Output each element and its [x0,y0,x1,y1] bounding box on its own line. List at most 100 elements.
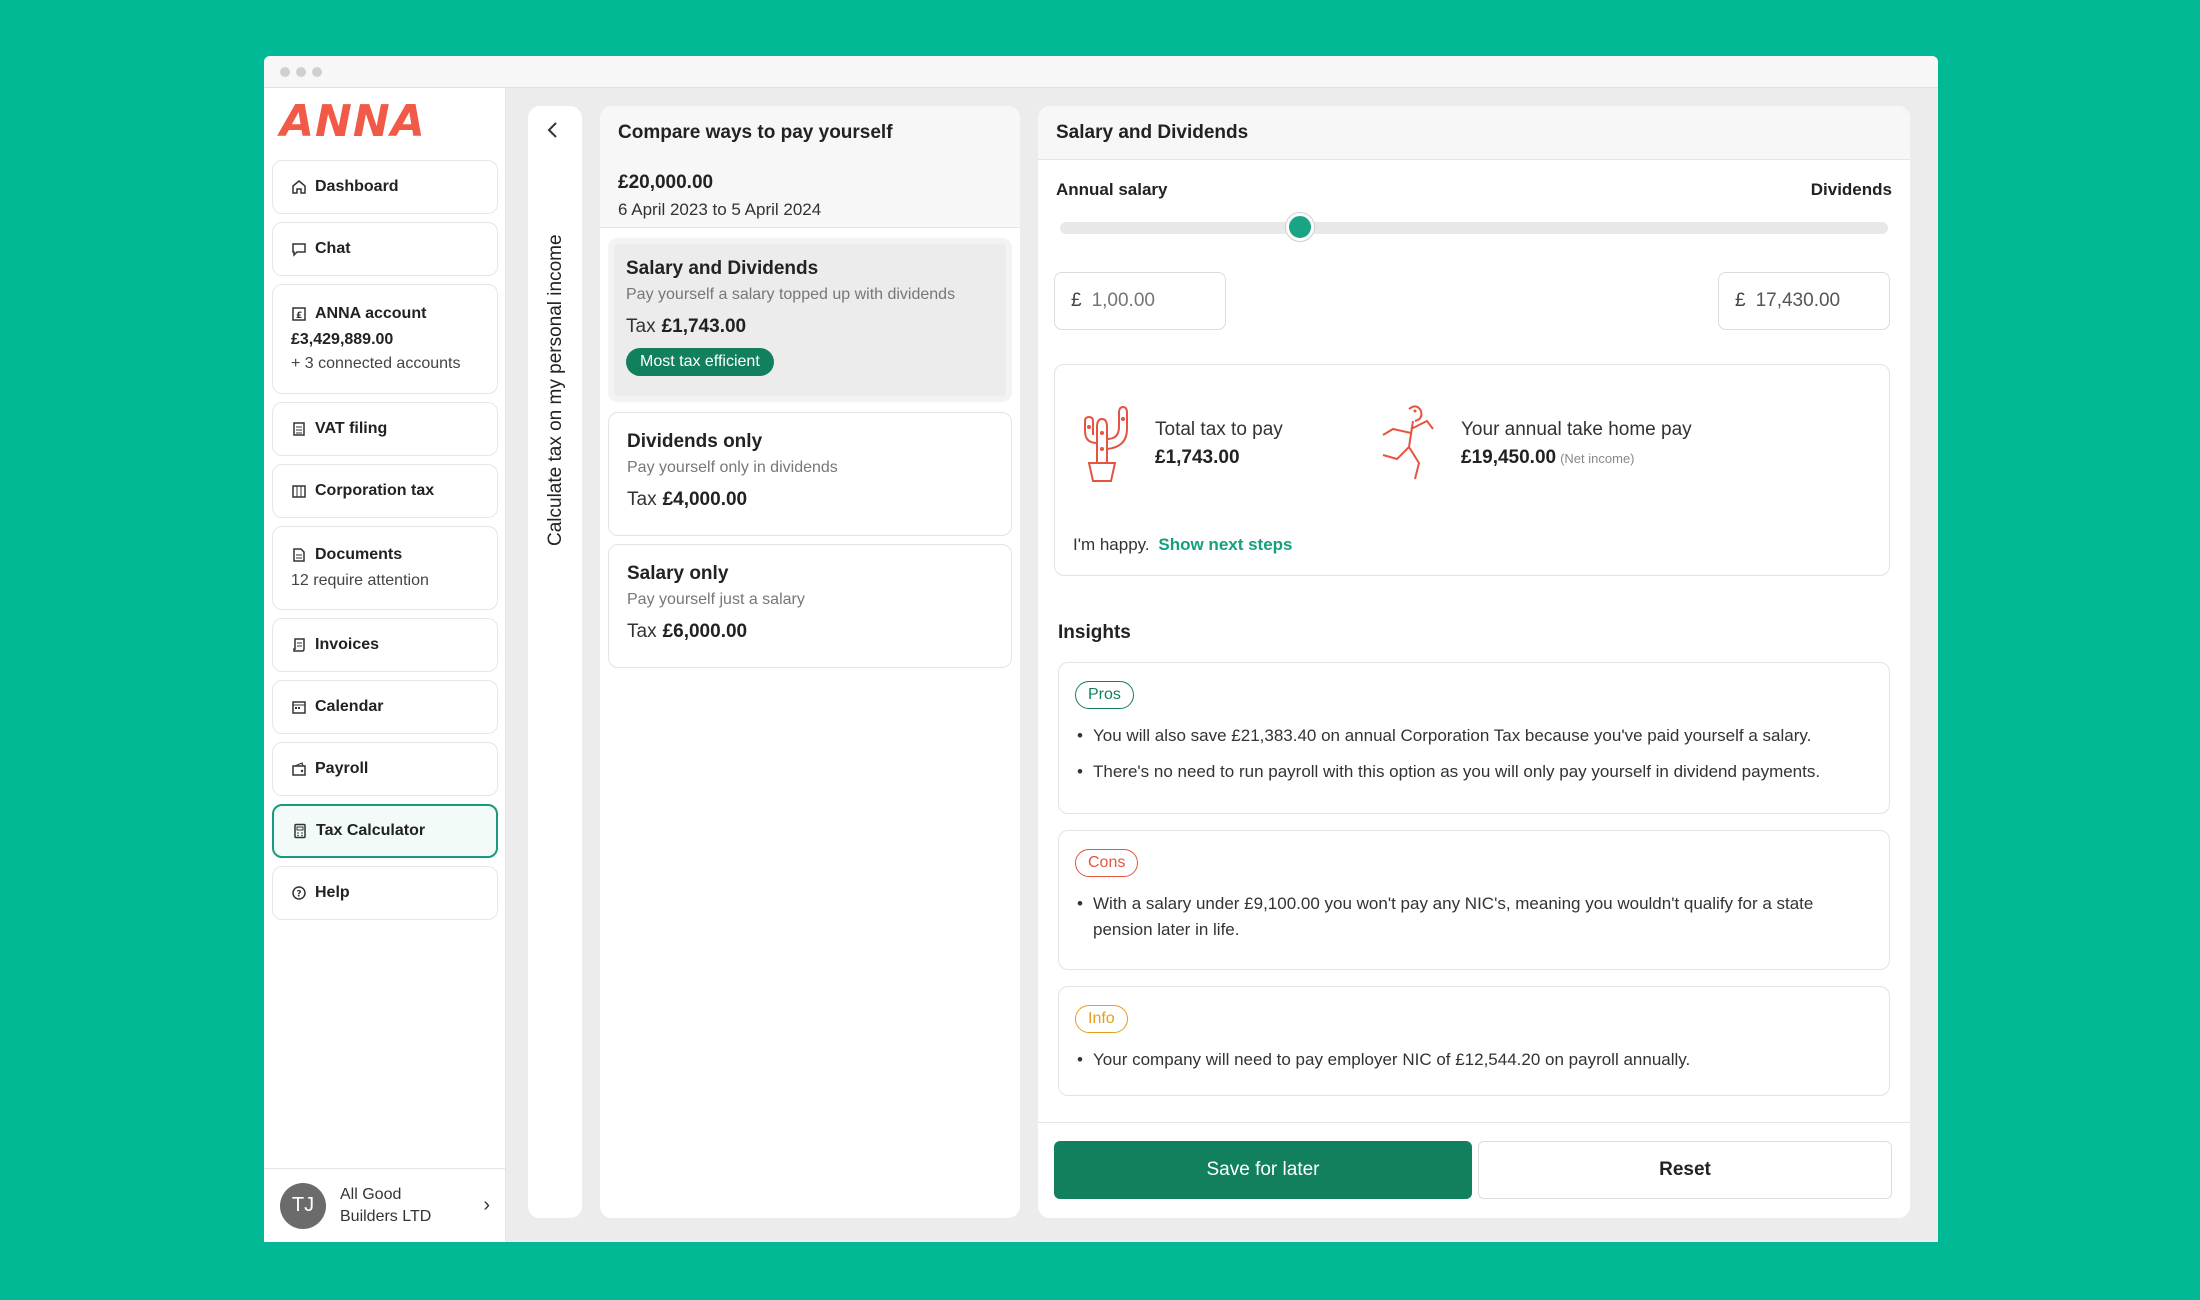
option-description: Pay yourself a salary topped up with div… [626,286,956,303]
sidebar-item-label: Tax Calculator [316,822,426,839]
sidebar-item-label: Calendar [315,698,384,715]
document-icon [291,547,307,563]
calculator-icon [292,823,308,839]
salary-input[interactable] [1091,290,1202,312]
save-for-later-button[interactable]: Save for later [1054,1141,1472,1199]
dividends-input[interactable] [1755,290,1866,312]
sidebar-item-label: Payroll [315,760,369,777]
invoice-icon [291,637,307,653]
svg-text:?: ? [296,890,301,900]
sidebar-item-vat-filing[interactable]: VAT filing [272,402,498,456]
pros-tag: Pros [1075,681,1134,709]
pros-list: You will also save £21,383.40 on annual … [1075,723,1873,785]
insights-title: Insights [1058,622,1131,643]
app-window: ANNA Dashboard Chat £ ANNA account £3,42… [264,56,1938,1242]
tax-value: £4,000.00 [662,489,748,510]
compare-title: Compare ways to pay yourself [618,122,893,143]
sidebar-item-calendar[interactable]: Calendar [272,680,498,734]
sidebar-item-chat[interactable]: Chat [272,222,498,276]
svg-text:£: £ [296,311,302,321]
sidebar-item-label: Corporation tax [315,482,435,499]
list-item: There's no need to run payroll with this… [1075,759,1873,785]
window-dot[interactable] [312,66,322,77]
sidebar-item-label: ANNA account [315,305,427,322]
sidebar: ANNA Dashboard Chat £ ANNA account £3,42… [264,88,506,1242]
most-tax-efficient-badge: Most tax efficient [626,348,774,376]
happy-row: I'm happy. Show next steps [1073,535,1293,555]
net-income-note: (Net income) [1560,450,1635,466]
salary-dividend-slider[interactable] [1060,213,1888,241]
option-title: Dividends only [627,431,763,452]
tax-value: £6,000.00 [662,621,748,642]
annual-salary-label: Annual salary [1056,180,1168,199]
option-description: Pay yourself only in dividends [627,459,838,476]
tax-value: £1,743.00 [661,316,747,337]
chevron-right-icon: › [483,1194,490,1216]
reset-button[interactable]: Reset [1478,1141,1892,1199]
sidebar-item-label: Dashboard [315,178,399,195]
action-footer: Save for later Reset [1038,1122,1910,1218]
tax-label: Tax [627,621,657,642]
personal-income-panel[interactable]: Calculate tax on my personal income [528,106,582,1218]
take-home-text: Your annual take home pay £19,450.00 (Net… [1461,419,1692,469]
sidebar-item-label: VAT filing [315,420,388,437]
dancing-figure-illustration-icon [1369,399,1439,488]
connected-accounts: + 3 connected accounts [291,355,461,372]
sidebar-item-tax-calculator[interactable]: Tax Calculator [272,804,498,858]
info-list: Your company will need to pay employer N… [1075,1047,1873,1073]
pros-card: Pros You will also save £21,383.40 on an… [1058,662,1890,814]
company-name: All Good Builders LTD [340,1185,432,1225]
user-switcher[interactable]: TJ All Good Builders LTD › [264,1168,506,1242]
total-tax-label: Total tax to pay [1155,418,1283,440]
sidebar-item-documents[interactable]: Documents 12 require attention [272,526,498,610]
window-titlebar [264,56,1938,88]
vat-icon [291,421,307,437]
option-salary-only[interactable]: Salary only Pay yourself just a salary T… [608,544,1012,668]
account-icon: £ [291,306,307,322]
tax-label: Tax [627,489,657,510]
option-tax: Tax £4,000.00 [627,489,993,511]
sidebar-item-anna-account[interactable]: £ ANNA account £3,429,889.00 + 3 connect… [272,284,498,394]
cons-tag: Cons [1075,849,1139,877]
sidebar-item-label: Chat [315,240,351,257]
option-dividends-only[interactable]: Dividends only Pay yourself only in divi… [608,412,1012,536]
home-icon [291,179,307,195]
slider-thumb[interactable] [1286,213,1315,241]
sidebar-item-invoices[interactable]: Invoices [272,618,498,672]
sidebar-item-help[interactable]: ? Help [272,866,498,920]
sidebar-item-label: Documents [315,546,403,563]
take-home-value: £19,450.00 [1461,446,1557,468]
avatar: TJ [280,1182,326,1229]
compare-header: Compare ways to pay yourself £20,000.00 … [600,106,1020,228]
option-salary-and-dividends[interactable]: Salary and Dividends Pay yourself a sala… [608,238,1012,402]
option-title: Salary and Dividends [626,258,819,279]
detail-title: Salary and Dividends [1038,106,1910,160]
info-card: Info Your company will need to pay emplo… [1058,986,1890,1096]
take-home-value-row: £19,450.00 (Net income) [1461,447,1692,469]
cons-list: With a salary under £9,100.00 you won't … [1075,891,1873,943]
sidebar-item-dashboard[interactable]: Dashboard [272,160,498,214]
chat-icon [291,241,307,257]
account-balance: £3,429,889.00 [291,331,394,348]
sidebar-item-payroll[interactable]: Payroll [272,742,498,796]
chevron-left-icon[interactable] [545,120,561,146]
currency-symbol: £ [1735,290,1746,311]
total-tax-block: Total tax to pay £1,743.00 [1071,399,1283,488]
payroll-icon [291,761,307,777]
anna-logo[interactable]: ANNA [264,88,505,154]
dividends-field[interactable]: £ [1718,272,1890,330]
documents-attention: 12 require attention [291,572,429,589]
cactus-illustration-icon [1071,399,1133,488]
show-next-steps-link[interactable]: Show next steps [1158,535,1292,554]
window-dot[interactable] [296,66,306,77]
list-item: Your company will need to pay employer N… [1075,1047,1873,1073]
compare-period: 6 April 2023 to 5 April 2024 [618,200,822,219]
sidebar-item-label: Help [315,884,350,901]
total-tax-value: £1,743.00 [1155,446,1240,468]
slider-labels: Annual salary Dividends [1056,180,1892,200]
happy-text: I'm happy. [1073,535,1150,554]
window-dot[interactable] [280,66,290,77]
sidebar-item-corporation-tax[interactable]: Corporation tax [272,464,498,518]
salary-field[interactable]: £ [1054,272,1226,330]
list-item: With a salary under £9,100.00 you won't … [1075,891,1873,943]
